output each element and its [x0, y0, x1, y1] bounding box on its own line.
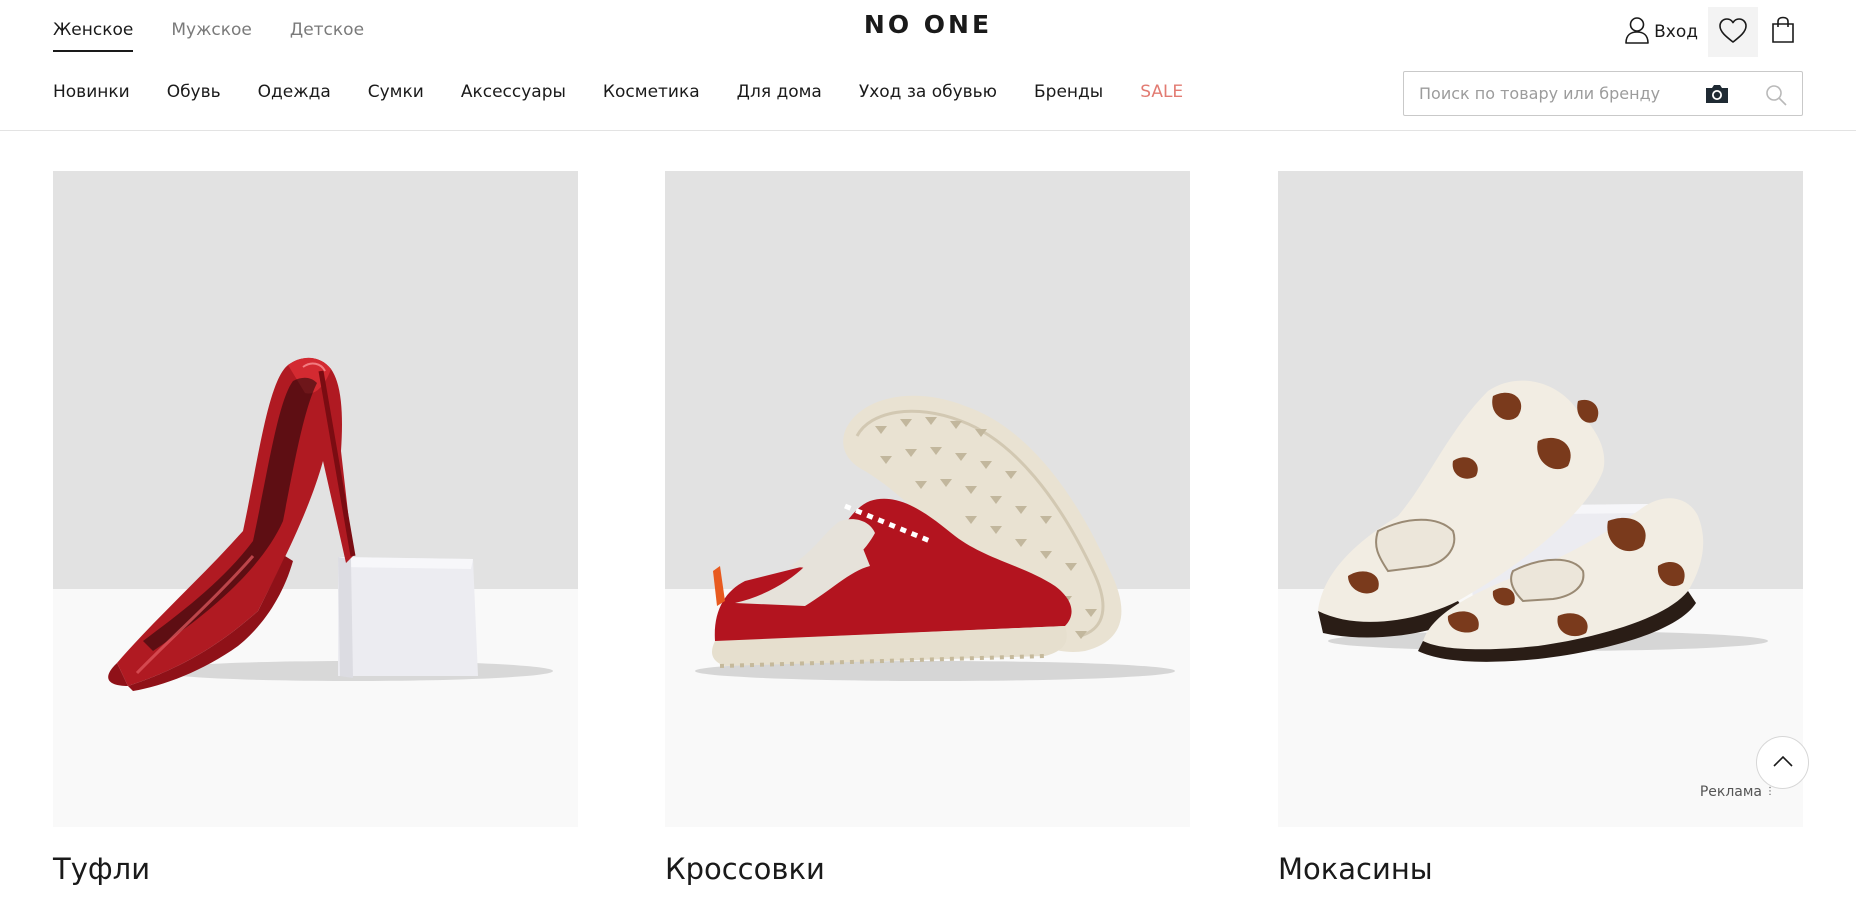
login-button[interactable]: Вход: [1624, 7, 1708, 57]
red-sneakers-illustration: [695, 395, 1175, 681]
category-card-loafers[interactable]: Реклама ⋮ Мокасины: [1278, 171, 1803, 886]
category-title-pumps[interactable]: Туфли: [53, 852, 578, 886]
favorites-button[interactable]: [1708, 7, 1758, 57]
ad-label[interactable]: Реклама ⋮: [1699, 784, 1775, 800]
search-input[interactable]: [1419, 84, 1699, 103]
category-nav: Новинки Обувь Одежда Сумки Аксессуары Ко…: [53, 82, 1183, 102]
user-icon: [1624, 16, 1650, 49]
nav-sale[interactable]: SALE: [1140, 82, 1183, 102]
nav-shoes[interactable]: Обувь: [167, 82, 221, 102]
bag-icon: [1770, 16, 1796, 48]
chevron-up-icon: [1772, 753, 1794, 772]
nav-brands[interactable]: Бренды: [1034, 82, 1103, 102]
heart-icon: [1718, 17, 1748, 48]
nav-cosmetics[interactable]: Косметика: [603, 82, 700, 102]
category-title-sneakers[interactable]: Кроссовки: [665, 852, 1190, 886]
nav-accessories[interactable]: Аксессуары: [461, 82, 566, 102]
nav-home[interactable]: Для дома: [737, 82, 822, 102]
search-icon[interactable]: [1764, 83, 1788, 107]
site-header: Женское Мужское Детское NO ONE Вход Нови…: [0, 0, 1856, 131]
category-image-sneakers[interactable]: [665, 171, 1190, 827]
user-actions: Вход: [1624, 7, 1808, 57]
category-image-pumps[interactable]: [53, 171, 578, 827]
cart-button[interactable]: [1758, 7, 1808, 57]
category-card-sneakers[interactable]: Кроссовки: [665, 171, 1190, 886]
nav-shoe-care[interactable]: Уход за обувью: [859, 82, 997, 102]
nav-bags[interactable]: Сумки: [368, 82, 424, 102]
category-title-loafers[interactable]: Мокасины: [1278, 852, 1803, 886]
red-pumps-illustration: [108, 357, 553, 691]
ad-label-text: Реклама: [1699, 784, 1762, 800]
more-options-icon: ⋮: [1765, 787, 1775, 797]
category-card-pumps[interactable]: Туфли: [53, 171, 578, 886]
cow-print-loafers-illustration: [1318, 380, 1768, 662]
brand-logo[interactable]: NO ONE: [0, 10, 1856, 39]
nav-new[interactable]: Новинки: [53, 82, 130, 102]
camera-icon[interactable]: [1704, 82, 1730, 106]
login-label: Вход: [1654, 22, 1698, 42]
nav-clothing[interactable]: Одежда: [258, 82, 331, 102]
scroll-to-top-button[interactable]: [1756, 736, 1809, 789]
search-box: [1403, 71, 1803, 116]
category-image-loafers[interactable]: Реклама ⋮: [1278, 171, 1803, 827]
